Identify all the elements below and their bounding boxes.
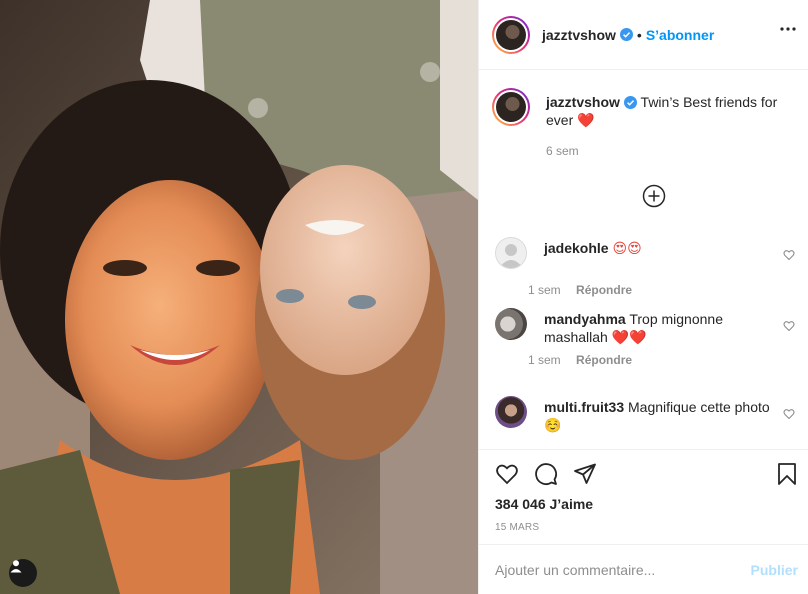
post-actions: 384 046 J’aime 15 MARS bbox=[479, 449, 808, 544]
commenter-avatar[interactable] bbox=[495, 308, 527, 340]
comment-username[interactable]: mandyahma bbox=[544, 311, 626, 327]
comment-text: Magnifique cette photo bbox=[628, 399, 770, 415]
comment-time[interactable]: 1 sem bbox=[528, 353, 561, 367]
reply-button[interactable]: Répondre bbox=[576, 353, 632, 367]
commenter-avatar[interactable] bbox=[495, 237, 527, 269]
bookmark-icon[interactable] bbox=[775, 462, 799, 486]
heart-icon[interactable] bbox=[783, 249, 795, 261]
comment-input[interactable] bbox=[495, 561, 751, 578]
publish-button[interactable]: Publier bbox=[751, 562, 798, 578]
author-avatar[interactable] bbox=[492, 15, 530, 54]
post-caption: jazztvshow Twin’s Best friends for ever … bbox=[492, 88, 797, 158]
comment-time[interactable]: 1 sem bbox=[528, 283, 561, 297]
add-comment-bar: Publier bbox=[479, 544, 808, 594]
comment-emoji: ❤️❤️ bbox=[611, 330, 647, 346]
share-icon[interactable] bbox=[573, 462, 597, 486]
verified-badge-icon bbox=[619, 28, 633, 41]
post-date[interactable]: 15 MARS bbox=[495, 522, 539, 533]
comment-username[interactable]: jadekohle bbox=[544, 240, 609, 256]
comment-item: mandyahma Trop mignonne mashallah ❤️❤️ 1… bbox=[495, 308, 795, 367]
commenter-avatar[interactable] bbox=[495, 396, 527, 428]
caption-emoji: ❤️ bbox=[577, 113, 595, 129]
caption-time[interactable]: 6 sem bbox=[546, 144, 579, 158]
user-tag-icon bbox=[10, 560, 22, 573]
comment-emoji: 😍😍 bbox=[612, 241, 642, 257]
comment-username[interactable]: multi.fruit33 bbox=[544, 399, 624, 415]
post-side-panel: jazztvshow • S’abonner jazztvshow Twin’s… bbox=[478, 0, 808, 594]
load-more-comments-icon[interactable] bbox=[642, 184, 666, 208]
comment-icon[interactable] bbox=[534, 462, 558, 486]
comment-emoji: ☺️ bbox=[544, 418, 562, 434]
post-photo[interactable] bbox=[0, 0, 478, 594]
instagram-post: jazztvshow • S’abonner jazztvshow Twin’s… bbox=[0, 0, 808, 594]
caption-avatar[interactable] bbox=[492, 88, 530, 126]
comment-item: multi.fruit33 Magnifique cette photo ☺️ bbox=[495, 396, 795, 435]
photo-illustration bbox=[0, 0, 478, 594]
more-options-icon[interactable] bbox=[780, 27, 796, 31]
reply-button[interactable]: Répondre bbox=[576, 283, 632, 297]
heart-icon[interactable] bbox=[783, 408, 795, 420]
caption-username[interactable]: jazztvshow bbox=[546, 94, 620, 110]
comment-item: jadekohle 😍😍 1 sem Répondre bbox=[495, 237, 795, 297]
header-separator: • bbox=[636, 26, 642, 43]
likes-count[interactable]: 384 046 J’aime bbox=[495, 496, 593, 512]
follow-button[interactable]: S’abonner bbox=[646, 27, 714, 43]
verified-badge-icon bbox=[623, 96, 637, 109]
heart-icon[interactable] bbox=[495, 462, 519, 486]
tagged-users-button[interactable] bbox=[9, 559, 37, 587]
author-username[interactable]: jazztvshow bbox=[542, 27, 616, 43]
heart-icon[interactable] bbox=[783, 320, 795, 332]
post-header: jazztvshow • S’abonner bbox=[479, 0, 808, 70]
